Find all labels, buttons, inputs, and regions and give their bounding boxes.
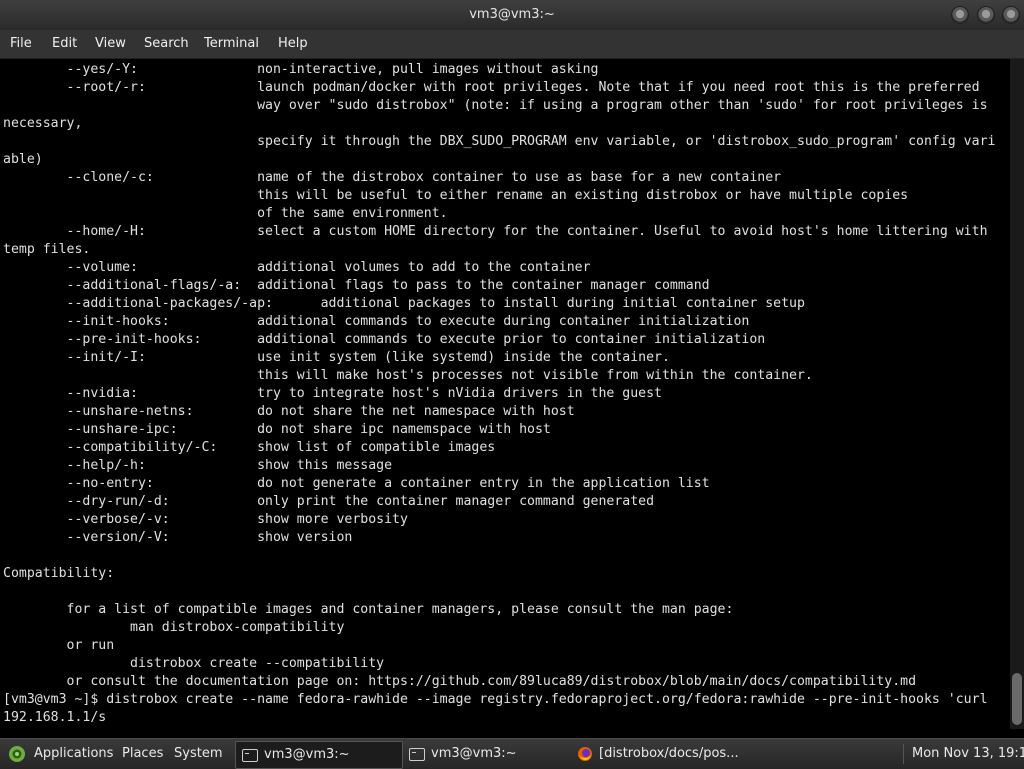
terminal-line: distrobox create --compatibility: [3, 656, 385, 671]
terminal-line: of the same environment.: [3, 206, 448, 221]
distro-logo-icon[interactable]: [8, 745, 26, 763]
menu-bar: File Edit View Search Terminal Help: [0, 30, 1024, 59]
terminal-line: temp files.: [3, 242, 91, 257]
taskbar-item-label: vm3@vm3:~: [264, 747, 350, 762]
terminal-output[interactable]: --yes/-Y: non-interactive, pull images w…: [0, 59, 1010, 729]
menu-view[interactable]: View: [95, 30, 126, 58]
window-title: vm3@vm3:~: [469, 7, 555, 22]
terminal-line: --additional-packages/-ap: additional pa…: [3, 296, 805, 311]
terminal-line: --clone/-c: name of the distrobox contai…: [3, 170, 782, 185]
applications-menu[interactable]: Applications: [34, 739, 113, 769]
menu-terminal[interactable]: Terminal: [204, 30, 259, 58]
terminal-line: --additional-flags/-a: additional flags …: [3, 278, 710, 293]
terminal-line: way over "sudo distrobox" (note: if usin…: [3, 98, 988, 113]
terminal-line: this will make host's processes not visi…: [3, 368, 813, 383]
terminal-line: --pre-init-hooks: additional commands to…: [3, 332, 766, 347]
terminal-line: --init-hooks: additional commands to exe…: [3, 314, 750, 329]
terminal-line: or consult the documentation page on: ht…: [3, 674, 917, 689]
terminal-line: [vm3@vm3 ~]$ distrobox create --name fed…: [3, 692, 988, 707]
terminal-line: or run: [3, 638, 115, 653]
terminal-line: --help/-h: show this message: [3, 458, 393, 473]
terminal-line: --dry-run/-d: only print the container m…: [3, 494, 655, 509]
taskbar-item-firefox[interactable]: [distrobox/docs/pos...: [571, 741, 771, 767]
panel-divider: [903, 744, 904, 764]
taskbar-item-label: vm3@vm3:~: [431, 746, 517, 761]
terminal-icon: [242, 749, 258, 762]
bottom-panel: Applications Places System vm3@vm3:~ vm3…: [0, 738, 1024, 769]
window-titlebar[interactable]: vm3@vm3:~: [0, 0, 1024, 31]
terminal-line: specify it through the DBX_SUDO_PROGRAM …: [3, 134, 996, 149]
taskbar-item-label: [distrobox/docs/pos...: [599, 746, 739, 761]
system-menu[interactable]: System: [174, 739, 222, 769]
terminal-line: --yes/-Y: non-interactive, pull images w…: [3, 62, 599, 77]
maximize-button[interactable]: [977, 6, 995, 24]
terminal-line: 192.168.1.1/s: [3, 710, 107, 725]
panel-clock[interactable]: Mon Nov 13, 19:18: [912, 739, 1024, 769]
terminal-line: --volume: additional volumes to add to t…: [3, 260, 591, 275]
terminal-line: --nvidia: try to integrate host's nVidia…: [3, 386, 662, 401]
terminal-line: this will be useful to either rename an …: [3, 188, 909, 203]
terminal-scrollbar[interactable]: [1010, 59, 1024, 729]
terminal-line: necessary,: [3, 116, 83, 131]
menu-edit[interactable]: Edit: [52, 30, 77, 58]
firefox-icon: [578, 747, 592, 761]
terminal-icon: [409, 748, 425, 761]
terminal-line: --home/-H: select a custom HOME director…: [3, 224, 988, 239]
taskbar-item-terminal-2[interactable]: vm3@vm3:~: [403, 741, 569, 767]
terminal-line: Compatibility:: [3, 566, 115, 581]
terminal-line: --no-entry: do not generate a container …: [3, 476, 710, 491]
places-menu[interactable]: Places: [122, 739, 163, 769]
close-button[interactable]: [1002, 6, 1020, 24]
menu-search[interactable]: Search: [144, 30, 189, 58]
terminal-line: --verbose/-v: show more verbosity: [3, 512, 408, 527]
terminal-line: --root/-r: launch podman/docker with roo…: [3, 80, 980, 95]
scrollbar-thumb[interactable]: [1012, 673, 1022, 725]
terminal-line: man distrobox-compatibility: [3, 620, 345, 635]
terminal-line: for a list of compatible images and cont…: [3, 602, 734, 617]
menu-help[interactable]: Help: [278, 30, 308, 58]
taskbar-item-terminal-1[interactable]: vm3@vm3:~: [235, 741, 403, 769]
terminal-line: --compatibility/-C: show list of compati…: [3, 440, 496, 455]
minimize-button[interactable]: [951, 6, 969, 24]
terminal-line: --unshare-ipc: do not share ipc namemspa…: [3, 422, 551, 437]
terminal-line: --unshare-netns: do not share the net na…: [3, 404, 575, 419]
terminal-line: --init/-I: use init system (like systemd…: [3, 350, 670, 365]
terminal-line: --version/-V: show version: [3, 530, 353, 545]
menu-file[interactable]: File: [10, 30, 32, 58]
terminal-line: able): [3, 152, 43, 167]
terminal-text: --yes/-Y: non-interactive, pull images w…: [0, 59, 1010, 727]
